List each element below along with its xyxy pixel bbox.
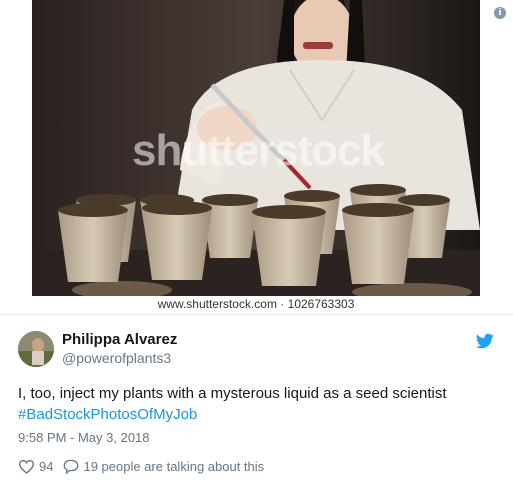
like-count[interactable]: 94 (39, 459, 53, 474)
tweet-timestamp[interactable]: 9:58 PM - May 3, 2018 (18, 430, 150, 445)
engagement-bar: 94 19 people are talking about this (18, 458, 264, 474)
tweet-image[interactable]: shutterstock www.shutterstock.com · 1026… (32, 0, 480, 313)
tweet-body: I, too, inject my plants with a mysterou… (18, 385, 447, 402)
avatar[interactable] (18, 331, 54, 367)
author-name[interactable]: Philippa Alvarez (62, 331, 177, 348)
twitter-bird-icon[interactable] (475, 332, 495, 350)
heart-icon[interactable] (18, 459, 35, 474)
info-icon[interactable]: i (494, 7, 506, 19)
tweet-text: I, too, inject my plants with a mysterou… (18, 383, 447, 425)
stock-photo (32, 0, 480, 313)
hashtag-link[interactable]: #BadStockPhotosOfMyJob (18, 404, 447, 425)
comment-bubble-icon[interactable] (63, 459, 79, 474)
conversation-link[interactable]: 19 people are talking about this (83, 459, 264, 474)
author-handle[interactable]: @powerofplants3 (62, 350, 171, 366)
divider (0, 314, 513, 315)
image-caption: www.shutterstock.com · 1026763303 (32, 296, 480, 313)
avatar-image (18, 331, 54, 367)
